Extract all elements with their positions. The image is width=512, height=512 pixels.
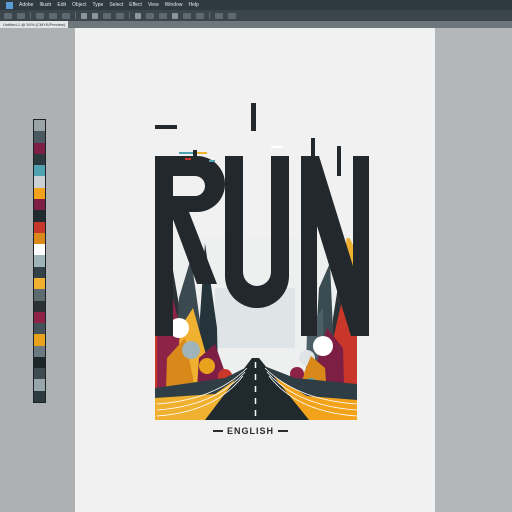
pasteboard-right bbox=[435, 28, 512, 512]
color-swatch[interactable] bbox=[34, 255, 45, 267]
menu-item-extra[interactable]: Help bbox=[189, 2, 199, 8]
color-swatch[interactable] bbox=[34, 323, 45, 335]
swatches-panel[interactable] bbox=[33, 119, 46, 403]
menu-item-edit[interactable]: Illustr bbox=[39, 2, 51, 8]
toolbar-button[interactable] bbox=[17, 12, 25, 19]
color-swatch[interactable] bbox=[34, 210, 45, 222]
menu-item-window[interactable]: View bbox=[148, 2, 159, 8]
toolbar-button[interactable] bbox=[116, 12, 124, 19]
color-swatch[interactable] bbox=[34, 165, 45, 177]
toolbar-button[interactable] bbox=[215, 12, 223, 19]
color-swatch[interactable] bbox=[34, 266, 45, 278]
color-swatch[interactable] bbox=[34, 153, 45, 166]
color-swatch[interactable] bbox=[34, 356, 45, 369]
color-swatch[interactable] bbox=[34, 277, 45, 290]
color-swatch[interactable] bbox=[34, 187, 45, 199]
toolbar-divider bbox=[75, 12, 76, 19]
toolbar-divider bbox=[129, 12, 130, 19]
toolbar-button[interactable] bbox=[4, 12, 12, 19]
caption-dash-left bbox=[213, 430, 223, 432]
control-toolbar bbox=[0, 10, 512, 21]
arrange-icon[interactable] bbox=[135, 12, 141, 19]
color-swatch[interactable] bbox=[34, 300, 45, 312]
menu-item-effect[interactable]: Select bbox=[109, 2, 123, 8]
toolbar-button[interactable] bbox=[36, 12, 44, 19]
menu-bar: Adobe Illustr Edit Object Type Select Ef… bbox=[0, 0, 512, 10]
color-swatch[interactable] bbox=[34, 379, 45, 391]
color-swatch[interactable] bbox=[34, 176, 45, 188]
menu-item-view[interactable]: Effect bbox=[129, 2, 142, 8]
document-tab[interactable]: Untitled-1 @ 50% (CMYK/Preview) bbox=[0, 21, 69, 28]
menu-item-object[interactable]: Edit bbox=[57, 2, 66, 8]
toolbar-divider bbox=[30, 12, 31, 19]
caption-dash-right bbox=[278, 430, 289, 432]
color-swatch[interactable] bbox=[34, 142, 45, 154]
poster-caption: ENGLISH bbox=[213, 425, 301, 437]
color-swatch[interactable] bbox=[34, 368, 45, 380]
poster-artwork bbox=[155, 103, 369, 420]
toolbar-button[interactable] bbox=[49, 12, 57, 19]
color-swatch[interactable] bbox=[34, 120, 45, 132]
toolbar-button[interactable] bbox=[159, 12, 167, 19]
align-icon[interactable] bbox=[81, 12, 87, 19]
color-swatch[interactable] bbox=[34, 311, 45, 324]
app-logo-icon[interactable] bbox=[6, 1, 13, 9]
toolbar-button[interactable] bbox=[103, 12, 111, 19]
toolbar-button[interactable] bbox=[62, 12, 70, 19]
color-swatch[interactable] bbox=[34, 334, 45, 346]
color-swatch[interactable] bbox=[34, 198, 45, 211]
menu-item-help[interactable]: Window bbox=[165, 2, 183, 8]
grid-icon[interactable] bbox=[172, 12, 178, 19]
color-swatch[interactable] bbox=[34, 221, 45, 233]
color-swatch[interactable] bbox=[34, 232, 45, 245]
toolbar-divider bbox=[209, 12, 210, 19]
menu-item-type[interactable]: Object bbox=[72, 2, 86, 8]
caption-text: ENGLISH bbox=[227, 426, 275, 436]
document-tab-bar: Untitled-1 @ 50% (CMYK/Preview) bbox=[0, 21, 512, 28]
toolbar-button[interactable] bbox=[183, 12, 191, 19]
toolbar-button[interactable] bbox=[228, 12, 236, 19]
color-swatch[interactable] bbox=[34, 345, 45, 357]
transform-icon[interactable] bbox=[92, 12, 98, 19]
color-swatch[interactable] bbox=[34, 131, 45, 143]
toolbar-button[interactable] bbox=[146, 12, 154, 19]
color-swatch[interactable] bbox=[34, 289, 45, 301]
color-swatch[interactable] bbox=[34, 390, 45, 403]
menu-item-file[interactable]: Adobe bbox=[19, 2, 33, 8]
color-swatch[interactable] bbox=[34, 244, 45, 256]
menu-item-select[interactable]: Type bbox=[93, 2, 104, 8]
toolbar-button[interactable] bbox=[196, 12, 204, 19]
forest-illustration bbox=[155, 238, 357, 420]
